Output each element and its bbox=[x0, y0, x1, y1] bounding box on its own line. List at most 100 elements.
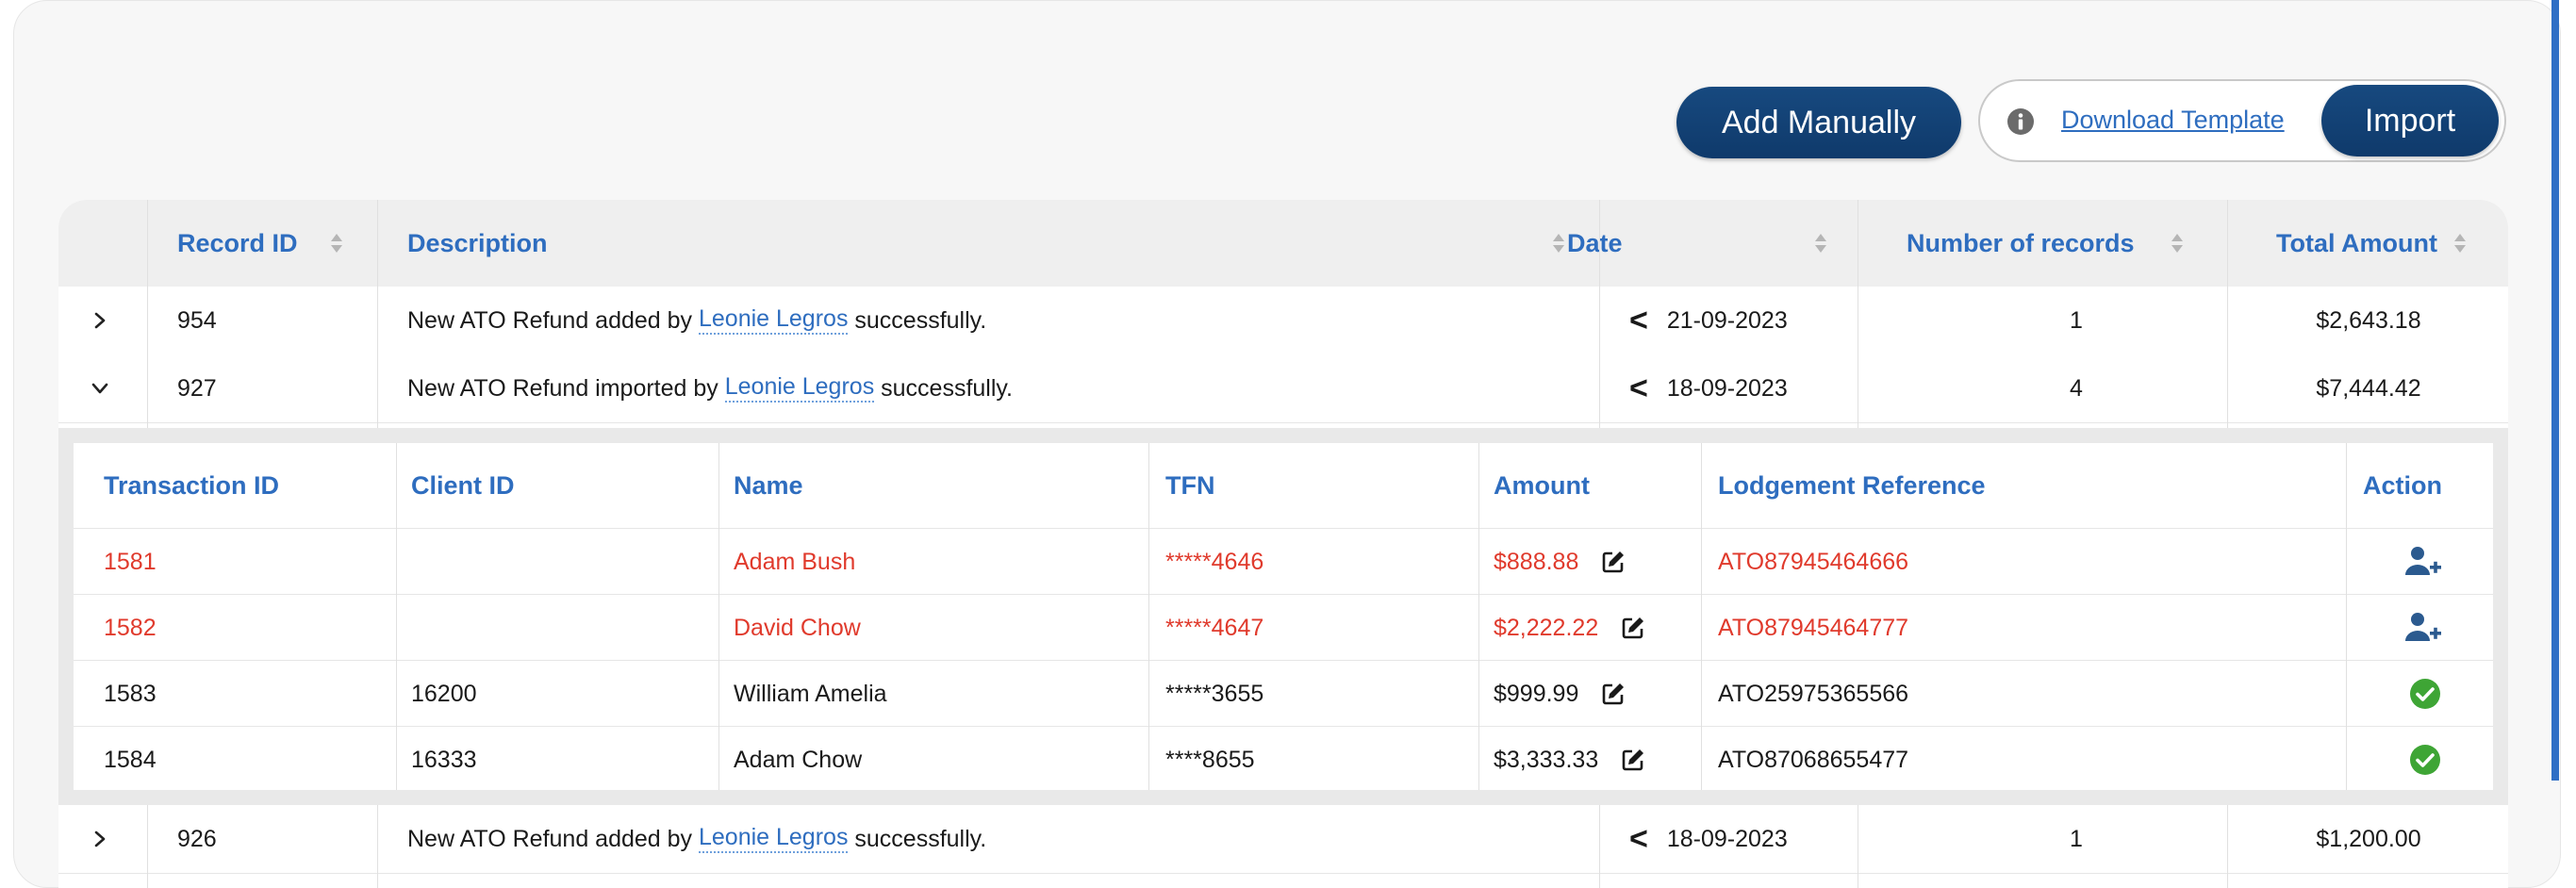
transaction-row: 1581 Adam Bush *****4646 $888.88 ATO8794… bbox=[74, 528, 2493, 595]
description-text: successfully. bbox=[848, 306, 987, 334]
header-total-amount-label: Total Amount bbox=[2276, 228, 2437, 257]
header-record-id-label: Record ID bbox=[177, 228, 298, 257]
import-button[interactable]: Import bbox=[2321, 85, 2499, 156]
column-divider bbox=[2346, 443, 2347, 790]
chevron-right-icon[interactable] bbox=[91, 311, 109, 330]
header-total-amount[interactable]: Total Amount bbox=[2276, 200, 2437, 287]
column-divider bbox=[147, 200, 148, 428]
sort-icon[interactable] bbox=[1552, 233, 1565, 254]
transaction-amount: $3,333.33 bbox=[1494, 746, 1599, 773]
download-template-link[interactable]: Download Template bbox=[2061, 106, 2285, 135]
column-divider bbox=[1599, 200, 1600, 428]
description-text: New ATO Refund imported by bbox=[407, 374, 725, 402]
table-row[interactable]: 926 New ATO Refund added by Leonie Legro… bbox=[58, 805, 2508, 874]
scrollbar[interactable] bbox=[2551, 0, 2559, 781]
header-description[interactable]: Description bbox=[407, 200, 548, 287]
transaction-id: 1581 bbox=[104, 548, 157, 575]
transactions-table: Transaction ID Client ID Name TFN Amount… bbox=[74, 443, 2493, 790]
chevron-right-icon[interactable] bbox=[91, 830, 109, 848]
description-text: successfully. bbox=[874, 374, 1014, 402]
record-total: $1,200.00 bbox=[2316, 825, 2421, 852]
record-count: 4 bbox=[2070, 374, 2083, 402]
transaction-tfn: *****3655 bbox=[1165, 680, 1264, 707]
sort-icon[interactable] bbox=[330, 233, 343, 254]
column-divider bbox=[1148, 443, 1149, 790]
column-divider bbox=[377, 805, 378, 888]
transaction-name: Adam Chow bbox=[734, 746, 863, 773]
column-divider bbox=[147, 805, 148, 888]
info-icon[interactable] bbox=[2006, 107, 2035, 136]
table-row[interactable]: 954 New ATO Refund added by Leonie Legro… bbox=[58, 287, 2508, 355]
description-text: successfully. bbox=[848, 825, 987, 852]
transaction-row: 1584 16333 Adam Chow ****8655 $3,333.33 … bbox=[74, 726, 2493, 793]
sort-icon[interactable] bbox=[1814, 233, 1827, 254]
sort-icon[interactable] bbox=[2171, 233, 2184, 254]
add-manually-button[interactable]: Add Manually bbox=[1676, 87, 1961, 158]
date-less-than-icon: < bbox=[1629, 820, 1648, 857]
column-divider bbox=[2227, 805, 2228, 888]
date-less-than-icon: < bbox=[1629, 302, 1648, 338]
client-id: 16200 bbox=[411, 680, 477, 707]
header-date[interactable]: Date bbox=[1567, 200, 1623, 287]
record-description: New ATO Refund added by Leonie Legros su… bbox=[407, 287, 986, 354]
transaction-row: 1583 16200 William Amelia *****3655 $999… bbox=[74, 660, 2493, 727]
user-link[interactable]: Leonie Legros bbox=[698, 306, 849, 335]
record-id: 954 bbox=[177, 306, 217, 334]
record-date: <18-09-2023 bbox=[1629, 805, 1788, 873]
transaction-id: 1583 bbox=[104, 680, 157, 707]
transaction-amount: $999.99 bbox=[1494, 680, 1579, 707]
header-date-label: Date bbox=[1567, 228, 1623, 257]
edit-icon[interactable] bbox=[1621, 616, 1645, 640]
transaction-amount-cell: $888.88 bbox=[1494, 529, 1626, 595]
date-value: 18-09-2023 bbox=[1666, 374, 1788, 402]
transaction-tfn: ****8655 bbox=[1165, 746, 1255, 773]
transaction-tfn: *****4646 bbox=[1165, 548, 1264, 575]
lodgement-reference: ATO87945464666 bbox=[1718, 548, 1909, 575]
record-date: <21-09-2023 bbox=[1629, 287, 1788, 354]
header-lodgement-reference: Lodgement Reference bbox=[1718, 470, 1986, 500]
transaction-amount-cell: $3,333.33 bbox=[1494, 727, 1645, 793]
transaction-id: 1584 bbox=[104, 746, 157, 773]
user-link[interactable]: Leonie Legros bbox=[698, 825, 849, 853]
record-count: 1 bbox=[2070, 825, 2083, 852]
column-divider bbox=[1478, 443, 1479, 790]
record-total: $7,444.42 bbox=[2316, 374, 2421, 402]
transaction-name: Adam Bush bbox=[734, 548, 856, 575]
column-divider bbox=[1599, 805, 1600, 888]
add-user-icon[interactable] bbox=[2404, 611, 2442, 645]
table-row[interactable]: 927 New ATO Refund imported by Leonie Le… bbox=[58, 354, 2508, 423]
header-number-of-records[interactable]: Number of records bbox=[1907, 200, 2135, 287]
lodgement-reference: ATO25975365566 bbox=[1718, 680, 1909, 707]
header-record-id[interactable]: Record ID bbox=[177, 200, 298, 287]
date-value: 21-09-2023 bbox=[1666, 306, 1788, 334]
add-user-icon[interactable] bbox=[2404, 545, 2442, 579]
check-circle-icon bbox=[2410, 745, 2440, 775]
header-name: Name bbox=[734, 470, 803, 500]
column-divider bbox=[396, 443, 397, 790]
edit-icon[interactable] bbox=[1621, 748, 1645, 772]
lodgement-reference: ATO87068655477 bbox=[1718, 746, 1909, 773]
description-text: New ATO Refund added by bbox=[407, 306, 699, 334]
header-number-of-records-label: Number of records bbox=[1907, 228, 2135, 257]
description-text: New ATO Refund added by bbox=[407, 825, 699, 852]
header-tfn: TFN bbox=[1165, 470, 1215, 500]
edit-icon[interactable] bbox=[1601, 682, 1626, 706]
header-action: Action bbox=[2363, 470, 2442, 500]
sort-icon[interactable] bbox=[2453, 233, 2467, 254]
record-date: <18-09-2023 bbox=[1629, 354, 1788, 422]
chevron-down-icon[interactable] bbox=[91, 379, 109, 398]
record-description: New ATO Refund added by Leonie Legros su… bbox=[407, 805, 986, 873]
transactions-panel: Transaction ID Client ID Name TFN Amount… bbox=[58, 428, 2508, 805]
transaction-amount-cell: $999.99 bbox=[1494, 661, 1626, 727]
date-value: 18-09-2023 bbox=[1666, 825, 1788, 852]
table-header: Record ID Description Date Number of rec… bbox=[58, 200, 2508, 288]
date-less-than-icon: < bbox=[1629, 370, 1648, 406]
edit-icon[interactable] bbox=[1601, 550, 1626, 574]
header-transaction-id: Transaction ID bbox=[104, 470, 280, 500]
header-client-id: Client ID bbox=[411, 470, 515, 500]
records-table: Record ID Description Date Number of rec… bbox=[58, 200, 2508, 888]
user-link[interactable]: Leonie Legros bbox=[724, 374, 875, 403]
record-total: $2,643.18 bbox=[2316, 306, 2421, 334]
column-divider bbox=[377, 200, 378, 428]
record-id: 927 bbox=[177, 374, 217, 402]
